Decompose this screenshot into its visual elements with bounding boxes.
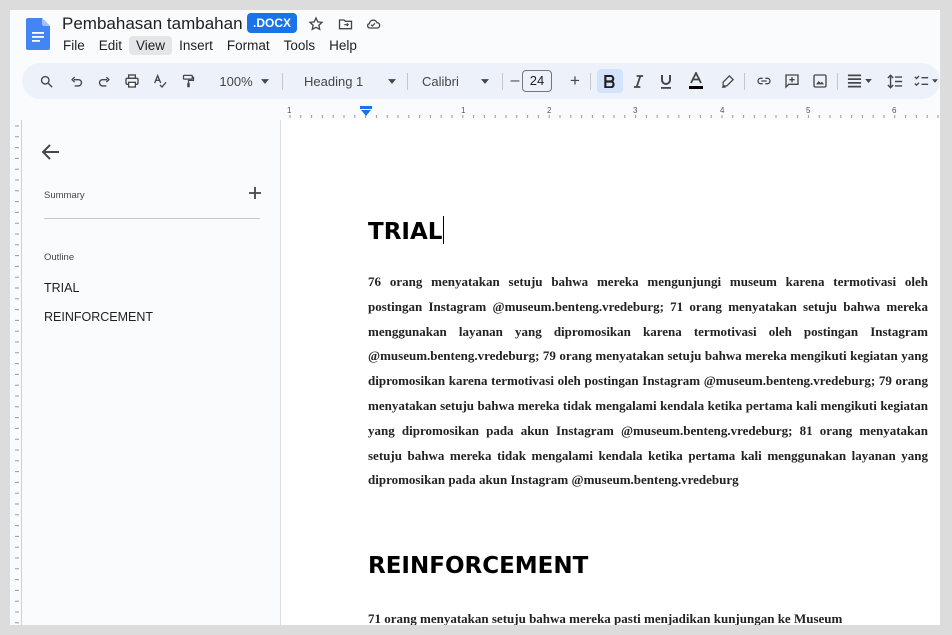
add-summary-icon[interactable] <box>248 186 262 200</box>
bold-button[interactable] <box>597 69 623 93</box>
star-icon[interactable] <box>306 14 326 34</box>
paragraph-style-select[interactable]: Heading 1 <box>292 69 402 93</box>
menu-bar: File Edit View Insert Format Tools Help <box>56 36 364 55</box>
ruler-number: 6 <box>892 106 897 115</box>
insert-image-button[interactable] <box>808 69 832 93</box>
print-icon[interactable] <box>120 69 144 93</box>
outline-item-reinforcement[interactable]: REINFORCEMENT <box>44 310 153 324</box>
font-size-input[interactable]: 24 <box>522 70 552 92</box>
comment-add-icon <box>785 74 799 89</box>
toolbar-divider <box>407 73 408 90</box>
paragraph-reinforcement[interactable]: 71 orang menyatakan setuju bahwa mereka … <box>368 607 928 625</box>
text-color-icon <box>689 72 703 89</box>
chevron-down-icon <box>480 78 489 84</box>
bold-icon <box>604 74 615 88</box>
insert-link-button[interactable] <box>752 69 776 93</box>
menu-tools[interactable]: Tools <box>277 36 323 55</box>
spellcheck-icon[interactable] <box>148 69 172 93</box>
horizontal-ruler[interactable]: 1 1 2 3 4 5 6 <box>280 106 940 120</box>
checklist-button[interactable] <box>912 69 940 93</box>
ruler-number: 2 <box>547 106 552 115</box>
italic-icon <box>633 74 643 88</box>
toolbar-divider <box>502 73 503 90</box>
cloud-status-icon[interactable] <box>363 14 383 34</box>
line-spacing-button[interactable] <box>884 69 906 93</box>
ruler-number: 5 <box>806 106 811 115</box>
text-cursor <box>443 216 445 244</box>
font-family-value: Calibri <box>422 73 459 89</box>
ruler-number: 1 <box>461 106 466 115</box>
menu-insert[interactable]: Insert <box>172 36 220 55</box>
toolbar-divider <box>744 73 745 90</box>
menu-format[interactable]: Format <box>220 36 277 55</box>
image-icon <box>813 74 827 88</box>
move-folder-icon[interactable] <box>335 14 355 34</box>
align-button[interactable] <box>844 69 874 93</box>
document-page[interactable]: TRIAL 76 orang menyatakan setuju bahwa m… <box>280 120 940 625</box>
menu-help[interactable]: Help <box>322 36 364 55</box>
outline-item-trial[interactable]: TRIAL <box>44 281 79 295</box>
ruler-number: 4 <box>720 106 725 115</box>
title-bar: Pembahasan tambahan .DOCX File Edit View… <box>10 10 940 60</box>
menu-edit[interactable]: Edit <box>92 36 129 55</box>
zoom-select[interactable]: 100% <box>214 69 274 93</box>
chevron-down-icon <box>932 79 938 83</box>
vertical-ruler-ticks <box>15 125 19 624</box>
paragraph-style-value: Heading 1 <box>304 73 364 89</box>
highlighter-icon <box>721 74 734 88</box>
font-family-select[interactable]: Calibri <box>414 69 499 93</box>
zoom-value: 100% <box>219 73 253 89</box>
summary-label: Summary <box>44 190 85 201</box>
text-color-button[interactable] <box>684 69 708 93</box>
heading-trial-text: TRIAL <box>368 219 443 245</box>
toolbar-divider <box>590 73 591 90</box>
document-outline-panel: Summary Outline TRIAL REINFORCEMENT <box>22 120 280 625</box>
link-icon <box>757 77 771 85</box>
app-window: Pembahasan tambahan .DOCX File Edit View… <box>10 10 940 625</box>
redo-icon[interactable] <box>92 69 116 93</box>
add-comment-button[interactable] <box>780 69 804 93</box>
docx-badge: .DOCX <box>247 13 298 33</box>
undo-icon[interactable] <box>64 69 88 93</box>
indent-marker-icon[interactable] <box>360 106 372 116</box>
vertical-ruler[interactable] <box>10 120 22 625</box>
align-justify-icon <box>847 74 861 88</box>
ruler-ticks <box>289 115 939 118</box>
paint-format-icon[interactable] <box>176 69 200 93</box>
search-icon[interactable] <box>34 69 58 93</box>
line-spacing-icon <box>887 73 903 89</box>
increase-font-size-button[interactable]: + <box>566 69 584 93</box>
toolbar-divider <box>837 73 838 90</box>
docs-logo-icon[interactable] <box>26 18 50 50</box>
decrease-font-size-button[interactable]: – <box>508 69 522 93</box>
formatting-toolbar: 100% Heading 1 Calibri – 24 + <box>22 63 940 99</box>
ruler-number: 1 <box>287 106 292 115</box>
toolbar-divider <box>282 73 283 90</box>
highlight-button[interactable] <box>715 69 739 93</box>
chevron-down-icon <box>260 78 269 84</box>
outline-label: Outline <box>44 252 75 263</box>
chevron-down-icon <box>864 79 872 83</box>
checklist-icon <box>914 75 929 87</box>
chevron-down-icon <box>388 78 397 84</box>
menu-file[interactable]: File <box>56 36 92 55</box>
heading-trial[interactable]: TRIAL <box>368 216 445 245</box>
summary-divider <box>44 218 260 219</box>
document-title[interactable]: Pembahasan tambahan <box>62 14 243 34</box>
underline-button[interactable] <box>654 69 678 93</box>
underline-icon <box>661 74 671 89</box>
ruler-number: 3 <box>633 106 638 115</box>
back-arrow-icon[interactable] <box>42 144 60 160</box>
heading-reinforcement[interactable]: REINFORCEMENT <box>368 553 588 579</box>
italic-button[interactable] <box>626 69 650 93</box>
docx-badge-text: DOCX <box>256 16 292 30</box>
paragraph-trial[interactable]: 76 orang menyatakan setuju bahwa mereka … <box>368 270 928 493</box>
menu-view[interactable]: View <box>129 36 173 55</box>
